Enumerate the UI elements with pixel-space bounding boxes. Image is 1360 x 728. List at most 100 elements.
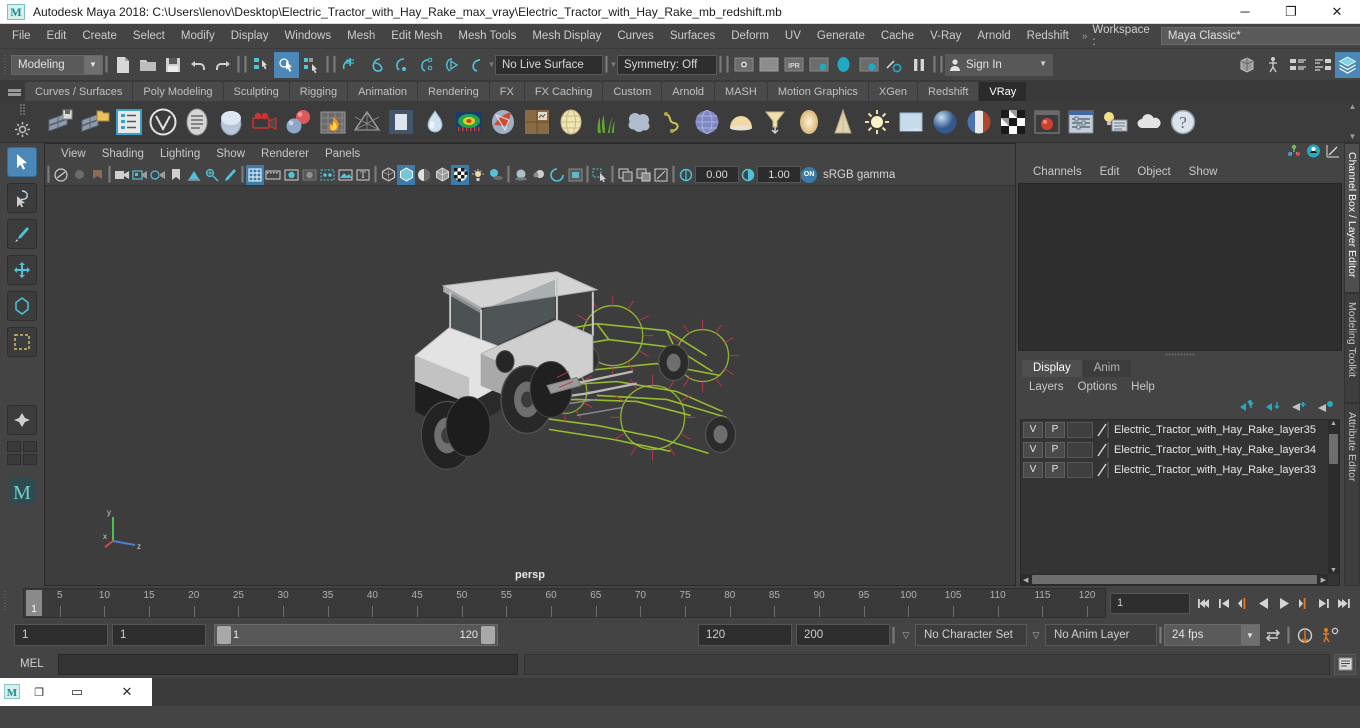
menu-surfaces[interactable]: Surfaces	[662, 27, 723, 45]
lasso-tool-button[interactable]	[7, 183, 37, 213]
vray-sun-icon[interactable]	[861, 105, 893, 139]
grease-pencil-icon[interactable]	[221, 165, 239, 185]
render-settings-icon[interactable]	[806, 52, 831, 78]
gamma-reset-icon[interactable]	[739, 165, 757, 185]
shelf-tab-redshift[interactable]: Redshift	[918, 82, 979, 101]
lock-camera-icon[interactable]	[70, 165, 88, 185]
go-to-end-button[interactable]	[1334, 590, 1354, 616]
move-tool-button[interactable]	[7, 255, 37, 285]
viewport-background-icon[interactable]	[566, 165, 584, 185]
select-camera-icon[interactable]	[52, 165, 70, 185]
ipr-render-icon[interactable]: IPR	[781, 52, 806, 78]
image-plane-icon[interactable]	[185, 165, 203, 185]
snap-to-point-icon[interactable]	[388, 52, 413, 78]
vray-environment-icon[interactable]	[1133, 105, 1165, 139]
viewport-3d[interactable]: y z x persp	[45, 186, 1015, 585]
textured-mode-icon[interactable]	[451, 164, 469, 185]
save-scene-icon[interactable]	[160, 52, 185, 78]
grid-toggle-icon[interactable]	[246, 164, 264, 185]
step-back-keyframe-button[interactable]	[1214, 590, 1234, 616]
menu-edit[interactable]: Edit	[39, 27, 75, 45]
channel-box-menu-object[interactable]: Object	[1128, 164, 1179, 180]
layout-two-pane[interactable]	[23, 441, 37, 452]
ambient-occlusion-icon[interactable]	[512, 165, 530, 185]
step-forward-frame-button[interactable]	[1294, 590, 1314, 616]
close-button[interactable]: ✕	[1314, 0, 1360, 24]
shelf-scroll-down-icon[interactable]: ▼	[1347, 133, 1358, 141]
menuset-dropdown[interactable]: Modeling ▼	[11, 54, 103, 75]
taskbar-close-button[interactable]: ✕	[102, 684, 152, 700]
layer-color-swatch[interactable]	[1096, 441, 1109, 458]
scrollbar-thumb[interactable]	[1329, 433, 1338, 464]
select-hierarchy-icon[interactable]	[249, 52, 274, 78]
snap-to-grid-icon[interactable]	[338, 52, 363, 78]
toggle-modeling-toolkit-icon[interactable]	[1235, 52, 1260, 78]
move-layer-down-icon[interactable]	[1265, 400, 1282, 416]
range-start-field[interactable]: 1	[14, 624, 108, 646]
layer-type-toggle[interactable]	[1067, 421, 1093, 438]
vray-sphere-fade-icon[interactable]	[793, 105, 825, 139]
menu-uv[interactable]: UV	[777, 27, 809, 45]
layout-single-pane[interactable]	[7, 441, 21, 452]
channel-box-toggle-icon[interactable]	[1306, 144, 1321, 161]
layer-playback-toggle[interactable]: P	[1045, 441, 1065, 458]
play-forwards-button[interactable]	[1274, 590, 1294, 616]
render-current-frame-icon[interactable]	[731, 52, 756, 78]
scale-tool-button[interactable]	[7, 327, 37, 357]
menu-modify[interactable]: Modify	[173, 27, 223, 45]
script-editor-icon[interactable]	[1334, 653, 1356, 675]
shelf-tab-fx-caching[interactable]: FX Caching	[524, 82, 603, 101]
current-time-indicator[interactable]: 1	[26, 590, 42, 616]
animation-preferences-icon[interactable]	[1317, 622, 1342, 648]
anim-layer-chevron-icon[interactable]: ▽	[1027, 630, 1045, 641]
symmetry-chevron[interactable]: ▼	[610, 54, 618, 76]
shadows-toggle-icon[interactable]	[487, 165, 505, 185]
smooth-shade-all-icon[interactable]	[397, 164, 415, 185]
create-new-layer-icon[interactable]	[1291, 400, 1308, 416]
scroll-left-icon[interactable]: ◀	[1021, 576, 1030, 584]
scroll-up-icon[interactable]: ▲	[1330, 420, 1337, 427]
viewport-menu-shading[interactable]: Shading	[94, 146, 152, 162]
minimize-button[interactable]: ─	[1222, 0, 1268, 24]
maya-taskbar-icon[interactable]: M	[0, 684, 26, 700]
character-set-chevron-icon[interactable]: ▽	[897, 630, 915, 641]
tab-display-layers[interactable]: Display	[1022, 359, 1082, 377]
vray-clipper-icon[interactable]	[623, 105, 655, 139]
isolate-select-icon[interactable]	[591, 165, 609, 185]
use-all-lights-icon[interactable]	[469, 165, 487, 185]
rotate-tool-button[interactable]	[7, 291, 37, 321]
shelf-tab-poly-modeling[interactable]: Poly Modeling	[133, 82, 223, 101]
viewport-menu-panels[interactable]: Panels	[317, 146, 368, 162]
command-input-field[interactable]	[58, 653, 518, 675]
vray-render-elements-icon[interactable]	[113, 105, 145, 139]
menu-display[interactable]: Display	[223, 27, 277, 45]
vray-displacement-icon[interactable]	[657, 105, 689, 139]
shelf-tab-motion-graphics[interactable]: Motion Graphics	[767, 82, 868, 101]
play-backwards-button[interactable]	[1254, 590, 1274, 616]
paint-select-tool-button[interactable]	[7, 219, 37, 249]
viewport-menu-lighting[interactable]: Lighting	[152, 146, 208, 162]
toggle-attribute-editor-icon[interactable]	[1285, 52, 1310, 78]
undo-icon[interactable]	[185, 52, 210, 78]
auto-keyframe-icon[interactable]	[1292, 622, 1317, 648]
vray-checker-icon[interactable]	[997, 105, 1029, 139]
panel-splitter[interactable]	[1016, 351, 1344, 359]
layer-row[interactable]: V P Electric_Tractor_with_Hay_Rake_layer…	[1021, 420, 1339, 440]
wireframe-on-shaded-icon[interactable]	[282, 165, 300, 185]
menu-vray[interactable]: V-Ray	[922, 27, 969, 45]
open-scene-icon[interactable]	[135, 52, 160, 78]
layer-list-vertical-scrollbar[interactable]: ▲ ▼	[1328, 419, 1339, 574]
render-view-icon[interactable]	[856, 52, 881, 78]
wireframe-on-all-icon[interactable]	[433, 165, 451, 185]
menu-curves[interactable]: Curves	[609, 27, 661, 45]
chevron-down-icon[interactable]: ▼	[84, 55, 102, 74]
menu-select[interactable]: Select	[125, 27, 173, 45]
exposure-reset-icon[interactable]	[677, 165, 695, 185]
bookmark-icon[interactable]	[167, 165, 185, 185]
text-display-icon[interactable]: T	[354, 165, 372, 185]
shelf-grip-icon[interactable]	[18, 103, 27, 117]
shelf-tab-rendering[interactable]: Rendering	[418, 82, 489, 101]
vray-save-icon[interactable]	[45, 105, 77, 139]
playback-speed-dropdown[interactable]: 24 fps ▼	[1164, 624, 1260, 646]
animation-start-field[interactable]: 1	[112, 624, 206, 646]
